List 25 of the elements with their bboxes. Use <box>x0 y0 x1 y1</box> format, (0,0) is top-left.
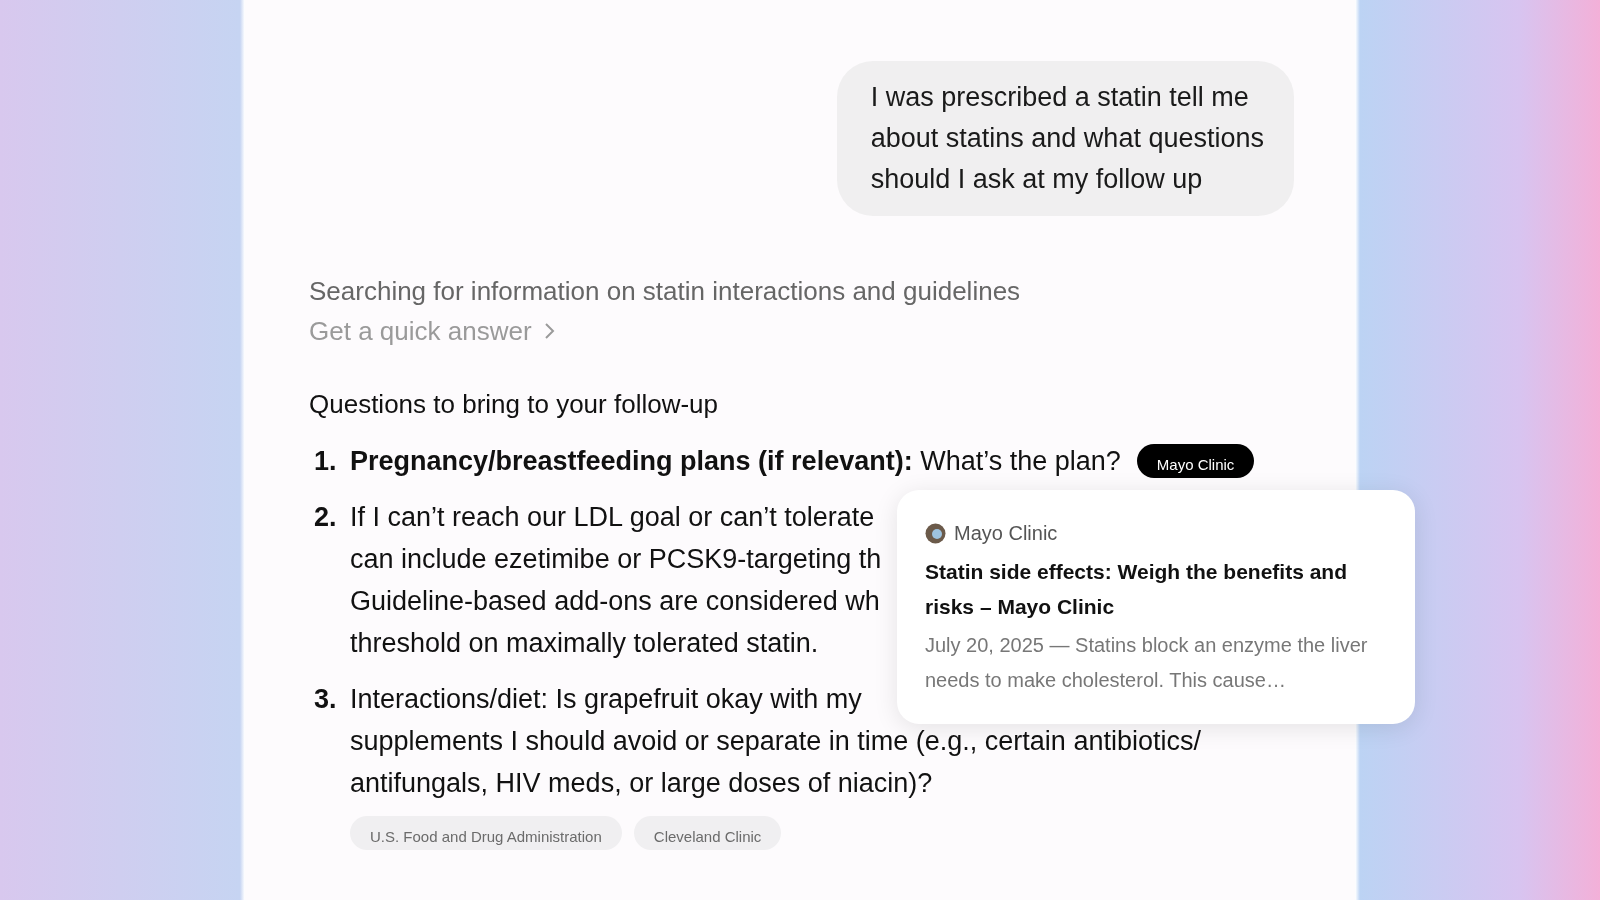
question-text: If I can’t reach our LDL goal or can’t tolerate <box>350 501 875 534</box>
question-text: supplements I should avoid or separate in time (e.g., certain antibiotics/ <box>350 725 1201 758</box>
user-message-text: should I ask at my follow up <box>870 163 1204 196</box>
list-number: 1. <box>313 445 338 478</box>
user-message-text: I was prescribed a statin tell me <box>870 81 1250 114</box>
question-text: Interactions/diet: Is grapefruit okay with my <box>350 683 862 716</box>
list-number: 2. <box>313 501 338 534</box>
source-chip[interactable]: U.S. Food and Drug Administration <box>350 816 622 850</box>
source-title: Statin side effects: Weigh the benefits and risks – Mayo Clinic <box>925 559 1348 620</box>
search-status-text: Searching for information on statin interactions and guidelines <box>309 275 1022 308</box>
quick-answer-link[interactable]: Get a quick answer <box>309 311 556 351</box>
user-message-text: about statins and what questions <box>870 122 1264 155</box>
source-site-name: Mayo Clinic <box>954 521 1058 546</box>
source-snippet: July 20, 2025 — Statins block an enzyme the liver needs to make cholesterol. This cause… <box>925 633 1369 693</box>
question-text: Pregnancy/breastfeeding plans (if relevant): What’s the plan? <box>350 445 1121 478</box>
list-number: 3. <box>313 683 338 716</box>
question-text: can include ezetimibe or PCSK9-targeting th <box>350 543 882 576</box>
question-text: Guideline-based add-ons are considered wh <box>350 585 880 618</box>
question-text: threshold on maximally tolerated statin. <box>350 627 819 660</box>
source-chip[interactable]: Cleveland Clinic <box>633 816 782 850</box>
section-heading: Questions to bring to your follow-up <box>309 388 719 421</box>
source-chip[interactable]: Mayo Clinic <box>1136 444 1255 478</box>
chevron-right-icon <box>543 322 556 340</box>
question-text: antifungals, HIV meds, or large doses of niacin)? <box>350 767 933 800</box>
site-favicon-icon <box>925 522 946 544</box>
